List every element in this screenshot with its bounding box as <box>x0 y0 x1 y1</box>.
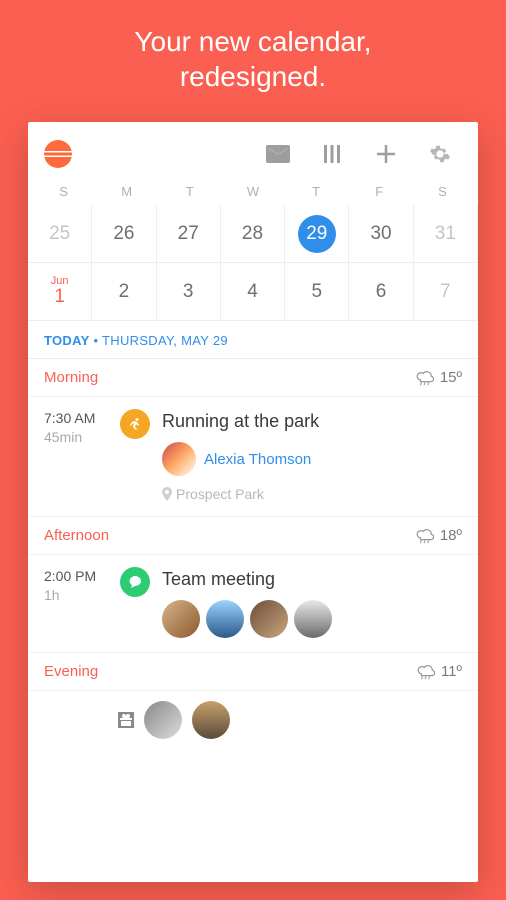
day-cell[interactable]: 3 <box>157 263 221 321</box>
temp-label: 15º <box>440 369 462 386</box>
avatar <box>144 701 182 739</box>
weekday-label: F <box>348 184 411 199</box>
pin-icon <box>162 487 172 501</box>
weekday-label: S <box>411 184 474 199</box>
attendee-avatars <box>162 600 462 638</box>
event-title: Team meeting <box>162 569 462 590</box>
plus-icon <box>375 143 397 165</box>
section-label: Evening <box>44 663 98 680</box>
day-cell[interactable]: 25 <box>28 205 92 263</box>
day-cell[interactable]: 2 <box>92 263 156 321</box>
section-label: Afternoon <box>44 527 109 544</box>
temp-label: 11º <box>441 663 462 680</box>
avatar <box>162 442 196 476</box>
inbox-button[interactable] <box>256 136 300 172</box>
day-cell[interactable]: 4 <box>221 263 285 321</box>
add-button[interactable] <box>364 136 408 172</box>
day-cell[interactable]: 30 <box>349 205 413 263</box>
weekday-label: M <box>95 184 158 199</box>
event-time: 7:30 AM 45min <box>44 409 108 502</box>
columns-icon <box>322 144 342 164</box>
day-cell[interactable]: 6 <box>349 263 413 321</box>
avatar <box>294 600 332 638</box>
weekday-label: W <box>221 184 284 199</box>
day-cell-today[interactable]: 29 <box>285 205 349 263</box>
event-time: 2:00 PM 1h <box>44 567 108 638</box>
weekday-label: S <box>32 184 95 199</box>
weekday-row: S M T W T F S <box>28 182 478 205</box>
day-cell[interactable]: 5 <box>285 263 349 321</box>
section-label: Morning <box>44 369 98 386</box>
attendee-name: Alexia Thomson <box>204 451 311 468</box>
weekday-label: T <box>285 184 348 199</box>
event-title: Running at the park <box>162 411 462 432</box>
event-location: Prospect Park <box>162 486 462 502</box>
weather-rain-icon <box>417 664 435 680</box>
weather-rain-icon <box>416 528 434 544</box>
date-header: TODAY • THURSDAY, MAY 29 <box>28 321 478 359</box>
section-morning: Morning 15º <box>28 359 478 397</box>
day-cell[interactable]: 31 <box>414 205 478 263</box>
weather-rain-icon <box>416 370 434 386</box>
event-row[interactable] <box>28 691 478 749</box>
day-cell[interactable]: 26 <box>92 205 156 263</box>
mail-icon <box>266 145 290 163</box>
day-cell-month-start[interactable]: Jun1 <box>28 263 92 321</box>
section-evening: Evening 11º <box>28 653 478 691</box>
settings-button[interactable] <box>418 136 462 172</box>
day-cell[interactable]: 27 <box>157 205 221 263</box>
section-afternoon: Afternoon 18º <box>28 517 478 555</box>
gift-icon <box>118 712 134 728</box>
day-cell[interactable]: 28 <box>221 205 285 263</box>
event-row[interactable]: 7:30 AM 45min Running at the park Alexia… <box>28 397 478 517</box>
app-frame: S M T W T F S 25 26 27 28 29 30 31 Jun1 … <box>28 122 478 882</box>
gear-icon <box>429 143 451 165</box>
event-row[interactable]: 2:00 PM 1h Team meeting <box>28 555 478 653</box>
chat-icon <box>120 567 150 597</box>
avatar <box>162 600 200 638</box>
sunrise-logo-icon[interactable] <box>44 140 72 168</box>
weekday-label: T <box>158 184 221 199</box>
calendar-grid: 25 26 27 28 29 30 31 Jun1 2 3 4 5 6 7 <box>28 205 478 321</box>
running-icon <box>120 409 150 439</box>
toolbar <box>28 122 478 182</box>
avatar <box>250 600 288 638</box>
view-button[interactable] <box>310 136 354 172</box>
temp-label: 18º <box>440 527 462 544</box>
day-cell[interactable]: 7 <box>414 263 478 321</box>
avatar <box>206 600 244 638</box>
hero-text: Your new calendar, redesigned. <box>0 0 506 122</box>
avatar <box>192 701 230 739</box>
